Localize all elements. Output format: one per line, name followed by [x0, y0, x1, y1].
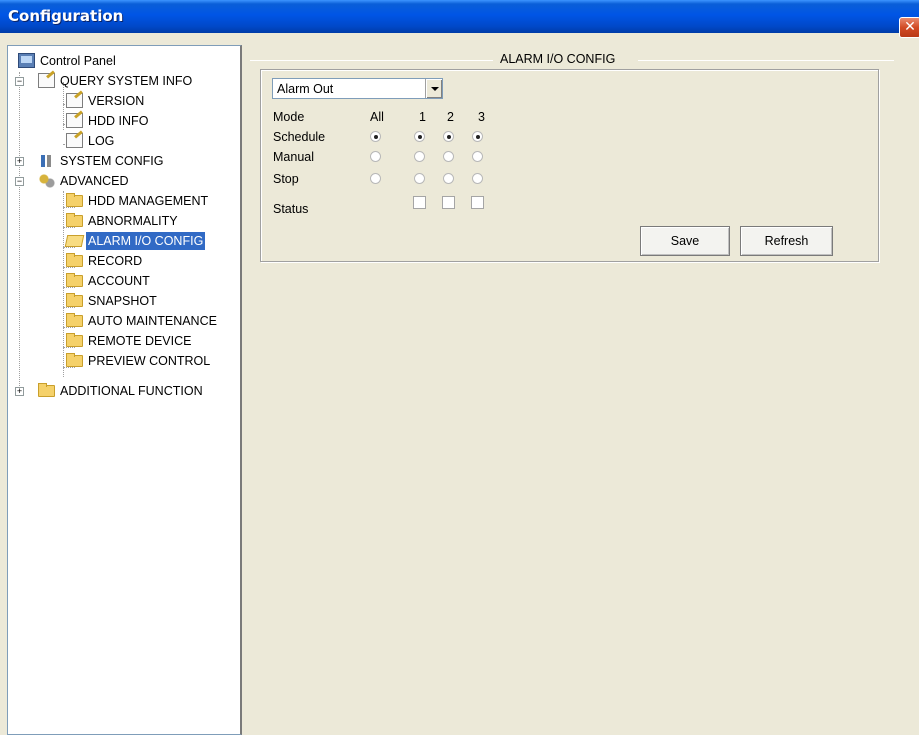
- schedule-1-radio[interactable]: [414, 131, 425, 142]
- note-icon: [66, 93, 83, 108]
- row-label-status: Status: [273, 202, 309, 216]
- folder-icon: [66, 333, 83, 347]
- folder-icon: [66, 213, 83, 227]
- manual-1-radio[interactable]: [414, 151, 425, 162]
- mode-header: Mode: [273, 110, 305, 124]
- folder-icon: [66, 353, 83, 367]
- expand-toggle[interactable]: +: [15, 387, 24, 396]
- tree-item-label: LOG: [88, 134, 115, 148]
- status-3-checkbox[interactable]: [471, 196, 484, 209]
- folder-icon: [38, 383, 55, 397]
- status-2-checkbox[interactable]: [442, 196, 455, 209]
- close-button[interactable]: ✕: [899, 17, 919, 38]
- manual-2-radio[interactable]: [443, 151, 454, 162]
- tree-item-label: AUTO MAINTENANCE: [88, 314, 217, 328]
- tree-item-label: PREVIEW CONTROL: [88, 354, 211, 368]
- page-title: ALARM I/O CONFIG: [496, 52, 620, 66]
- configuration-window: Configuration ✕ Control Panel − QUERY SY…: [0, 0, 919, 735]
- tree-item-label: ABNORMALITY: [88, 214, 178, 228]
- tree-item-label: SNAPSHOT: [88, 294, 157, 308]
- tree-item-label: QUERY SYSTEM INFO: [60, 74, 193, 88]
- row-label-manual: Manual: [273, 150, 314, 164]
- alarm-type-select[interactable]: Alarm Out: [272, 78, 443, 99]
- note-icon: [38, 73, 55, 88]
- tree-item-label: HDD MANAGEMENT: [88, 194, 209, 208]
- column-header-all: All: [370, 110, 384, 124]
- window-title: Configuration: [8, 7, 124, 25]
- group-separator: [638, 60, 894, 61]
- note-icon: [66, 113, 83, 128]
- collapse-toggle[interactable]: −: [15, 77, 24, 86]
- group-separator: [250, 60, 493, 61]
- schedule-3-radio[interactable]: [472, 131, 483, 142]
- stop-all-radio[interactable]: [370, 173, 381, 184]
- alarm-type-value: Alarm Out: [277, 82, 334, 96]
- save-button[interactable]: Save: [640, 226, 730, 256]
- schedule-2-radio[interactable]: [443, 131, 454, 142]
- folder-icon: [66, 273, 83, 287]
- folder-open-icon: [64, 235, 85, 247]
- column-header-2: 2: [447, 110, 454, 124]
- navigation-tree[interactable]: Control Panel − QUERY SYSTEM INFO VERSIO…: [7, 45, 242, 735]
- row-label-schedule: Schedule: [273, 130, 326, 144]
- row-label-stop: Stop: [273, 172, 299, 186]
- status-1-checkbox[interactable]: [413, 196, 426, 209]
- tree-item-label: ACCOUNT: [88, 274, 150, 288]
- stop-1-radio[interactable]: [414, 173, 425, 184]
- collapse-toggle[interactable]: −: [15, 177, 24, 186]
- folder-icon: [66, 293, 83, 307]
- tree-item-label: VERSION: [88, 94, 145, 108]
- tree-item-label: SYSTEM CONFIG: [60, 154, 164, 168]
- schedule-all-radio[interactable]: [370, 131, 381, 142]
- stop-3-radio[interactable]: [472, 173, 483, 184]
- tree-item-label: RECORD: [88, 254, 143, 268]
- column-header-3: 3: [478, 110, 485, 124]
- tree-item-label: ADVANCED: [60, 174, 129, 188]
- folder-icon: [66, 313, 83, 327]
- folder-icon: [66, 193, 83, 207]
- column-header-1: 1: [419, 110, 426, 124]
- tree-item-label: ALARM I/O CONFIG: [86, 232, 206, 250]
- tree-item-label: HDD INFO: [88, 114, 149, 128]
- monitor-icon: [18, 53, 35, 68]
- tree-item-label: Control Panel: [40, 54, 116, 68]
- refresh-button[interactable]: Refresh: [740, 226, 833, 256]
- manual-all-radio[interactable]: [370, 151, 381, 162]
- folder-icon: [66, 253, 83, 267]
- expand-toggle[interactable]: +: [15, 157, 24, 166]
- tree-item-label: ADDITIONAL FUNCTION: [60, 384, 203, 398]
- tree-item-label: REMOTE DEVICE: [88, 334, 192, 348]
- tools-icon: [38, 153, 55, 168]
- close-icon: ✕: [904, 19, 916, 35]
- stop-2-radio[interactable]: [443, 173, 454, 184]
- manual-3-radio[interactable]: [472, 151, 483, 162]
- title-bar[interactable]: Configuration ✕: [0, 0, 919, 38]
- chevron-down-icon[interactable]: [425, 79, 442, 98]
- note-icon: [66, 133, 83, 148]
- gears-icon: [38, 173, 55, 188]
